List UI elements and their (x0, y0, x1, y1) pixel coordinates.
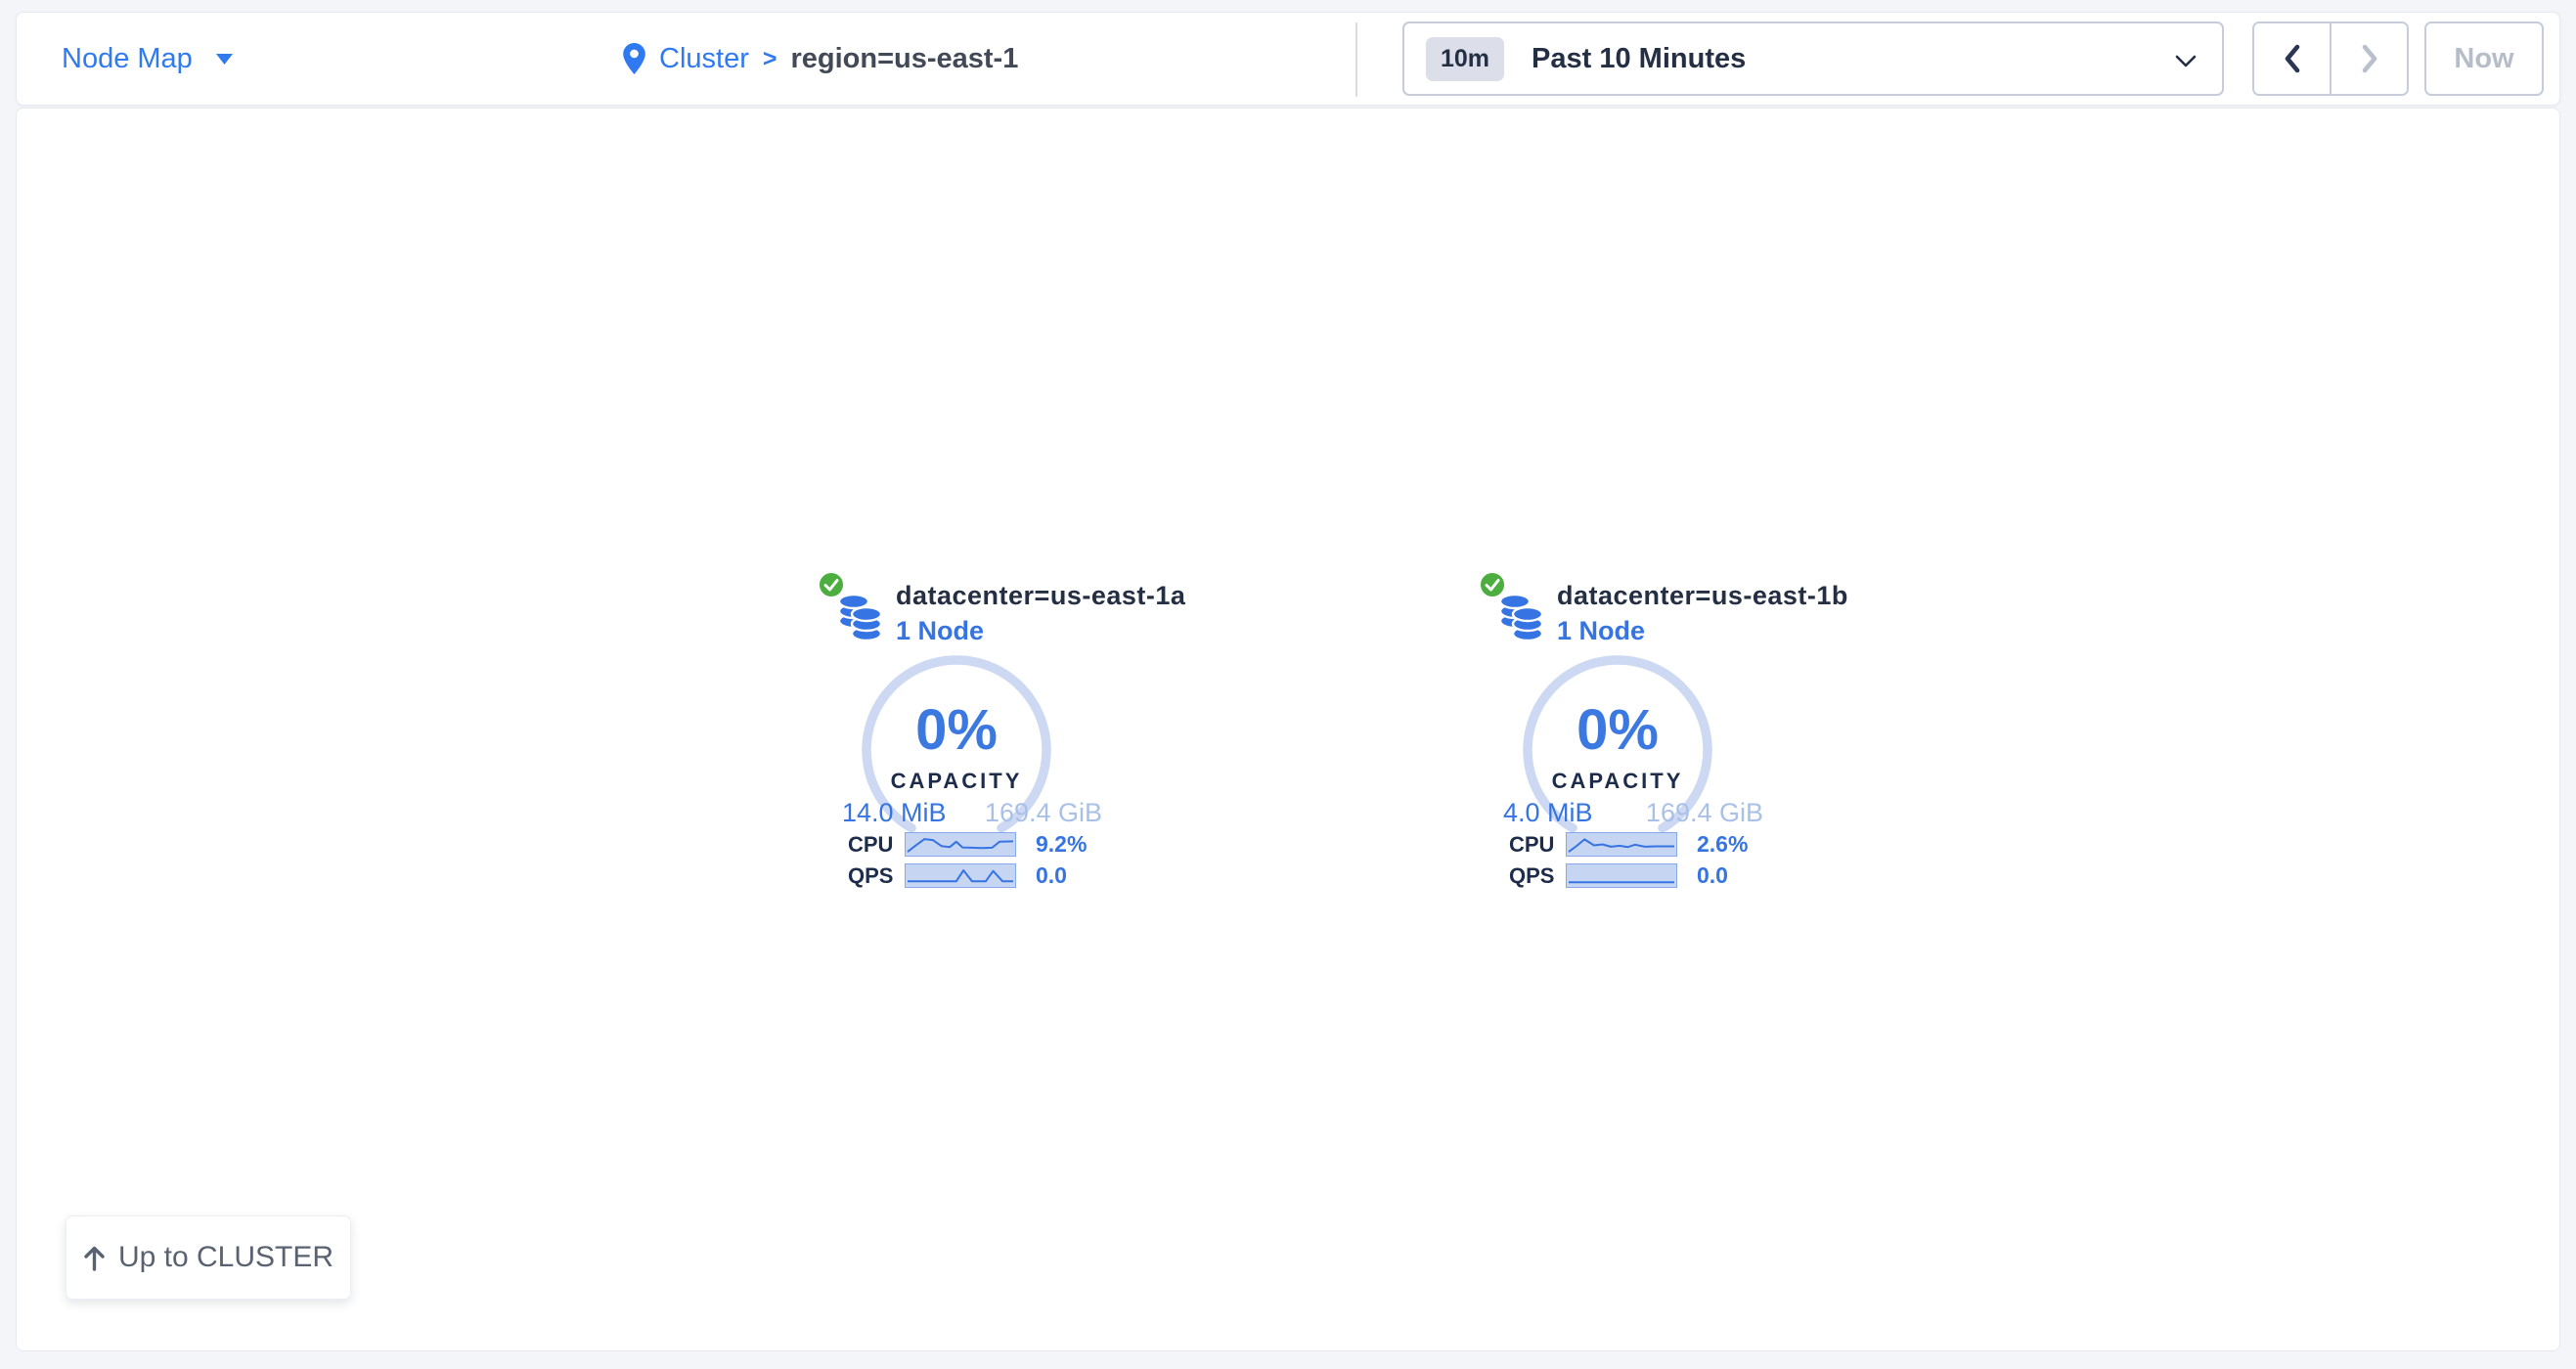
chevron-right-icon (2360, 43, 2379, 74)
datacenter-card-us-east-1a[interactable]: datacenter=us-east-1a 1 Node 0% CAPACITY… (820, 575, 1164, 904)
capacity-total: 169.4 GiB (985, 798, 1102, 828)
time-range-dropdown[interactable]: 10m Past 10 Minutes (1402, 22, 2224, 96)
breadcrumb-separator: > (763, 45, 777, 73)
capacity-usage-row: 4.0 MiB 169.4 GiB (1503, 798, 1763, 828)
time-nav-buttons (2252, 22, 2409, 96)
capacity-label: CAPACITY (1521, 769, 1714, 794)
qps-metric-row: QPS 0.0 (848, 862, 1067, 889)
qps-label: QPS (1509, 863, 1566, 889)
up-to-cluster-label: Up to CLUSTER (118, 1241, 333, 1274)
datacenter-node-count: 1 Node (1557, 616, 1645, 646)
breadcrumb-cluster-link[interactable]: Cluster (659, 43, 749, 75)
cpu-metric-row: CPU 2.6% (1509, 831, 1748, 858)
now-button[interactable]: Now (2424, 22, 2544, 96)
cpu-value: 9.2% (1036, 831, 1087, 858)
node-map-page: Node Map Cluster > region=us-east-1 10m … (0, 0, 2576, 1369)
capacity-used: 14.0 MiB (842, 798, 947, 828)
capacity-label: CAPACITY (860, 769, 1053, 794)
qps-value: 0.0 (1036, 862, 1067, 889)
view-selector-dropdown[interactable]: Node Map (62, 13, 233, 105)
node-map-canvas (16, 108, 2560, 1351)
up-to-cluster-button[interactable]: Up to CLUSTER (66, 1215, 351, 1300)
cpu-value: 2.6% (1697, 831, 1748, 858)
qps-label: QPS (848, 863, 905, 889)
caret-down-icon (216, 54, 233, 65)
breadcrumb-current: region=us-east-1 (790, 43, 1018, 75)
datacenter-node-count: 1 Node (896, 616, 984, 646)
up-arrow-icon (83, 1245, 106, 1271)
database-stack-icon (1496, 589, 1543, 641)
next-time-button[interactable] (2330, 23, 2407, 94)
capacity-total: 169.4 GiB (1646, 798, 1763, 828)
breadcrumb: Cluster > region=us-east-1 (623, 13, 1018, 105)
now-button-label: Now (2454, 43, 2513, 75)
qps-metric-row: QPS 0.0 (1509, 862, 1728, 889)
capacity-percentage: 0% (860, 702, 1053, 759)
database-stack-icon (835, 589, 882, 641)
prev-time-button[interactable] (2254, 23, 2330, 94)
time-range-badge: 10m (1426, 37, 1504, 81)
datacenter-card-us-east-1b[interactable]: datacenter=us-east-1b 1 Node 0% CAPACITY… (1481, 575, 1825, 904)
qps-sparkline (1566, 863, 1677, 888)
cpu-label: CPU (1509, 832, 1566, 858)
header-divider (1355, 22, 1357, 97)
chevron-down-icon (2175, 55, 2197, 67)
cpu-metric-row: CPU 9.2% (848, 831, 1087, 858)
capacity-used: 4.0 MiB (1503, 798, 1593, 828)
view-selector-label: Node Map (62, 43, 193, 75)
datacenter-title: datacenter=us-east-1b (1557, 581, 1848, 611)
header-bar: Node Map Cluster > region=us-east-1 10m … (16, 12, 2560, 106)
time-range-label: Past 10 Minutes (1532, 43, 1746, 75)
qps-value: 0.0 (1697, 862, 1728, 889)
chevron-left-icon (2283, 43, 2302, 74)
cpu-sparkline (905, 832, 1016, 857)
cpu-label: CPU (848, 832, 905, 858)
cpu-sparkline (1566, 832, 1677, 857)
qps-sparkline (905, 863, 1016, 888)
capacity-percentage: 0% (1521, 702, 1714, 759)
capacity-usage-row: 14.0 MiB 169.4 GiB (842, 798, 1102, 828)
datacenter-title: datacenter=us-east-1a (896, 581, 1185, 611)
location-pin-icon (623, 43, 645, 74)
